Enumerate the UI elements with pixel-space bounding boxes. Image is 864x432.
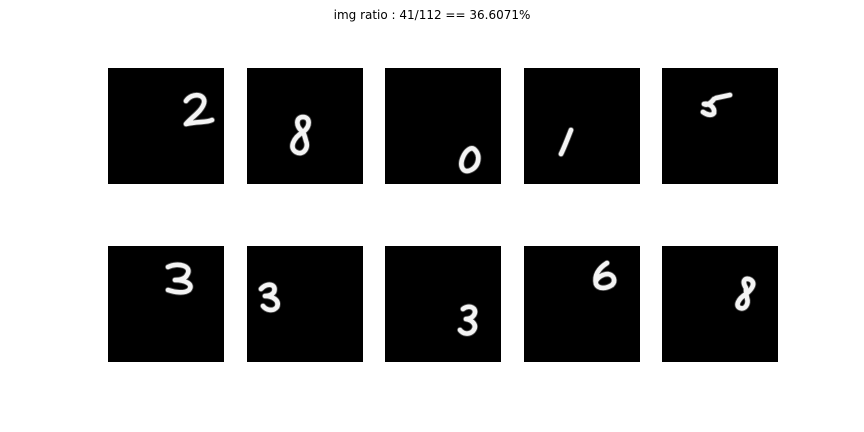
digit-image-panel-6 (524, 246, 640, 362)
digit-image-panel-0 (385, 68, 501, 184)
digit-image-panel-8 (247, 68, 363, 184)
handwritten-digit-5-image (699, 91, 734, 118)
figure-title: img ratio : 41/112 == 36.6071% (333, 8, 531, 22)
handwritten-digit-3-image (257, 281, 281, 314)
digit-image-panel-3 (385, 246, 501, 362)
digit-image-panel-2 (108, 68, 224, 184)
handwritten-digit-3-image (456, 303, 479, 337)
digit-image-panel-3 (247, 246, 363, 362)
digit-image-panel-8 (662, 246, 778, 362)
digit-image-panel-1 (524, 68, 640, 184)
handwritten-digit-6-image (592, 259, 618, 291)
digit-image-panel-5 (662, 68, 778, 184)
handwritten-digit-8-image (734, 275, 757, 312)
digit-image-panel-3 (108, 246, 224, 362)
handwritten-digit-0-image (458, 145, 482, 175)
handwritten-digit-3-image (164, 261, 194, 296)
handwritten-digit-2-image (182, 92, 216, 128)
handwritten-digit-8-image (289, 113, 312, 157)
handwritten-digit-1-image (557, 126, 575, 158)
